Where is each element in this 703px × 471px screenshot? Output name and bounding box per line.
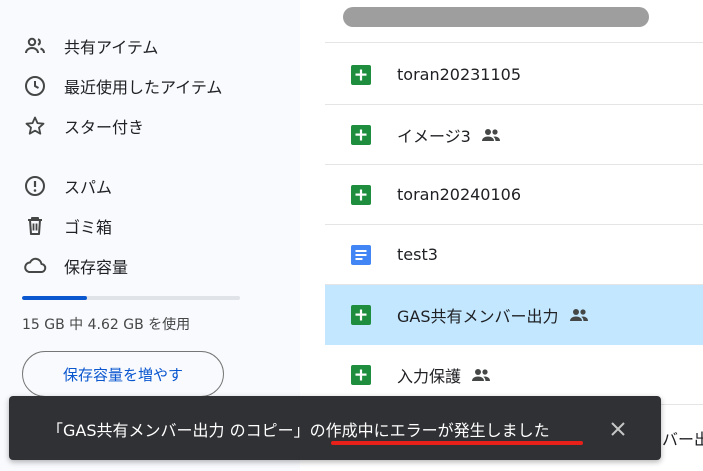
file-row[interactable]: イメージ3 — [325, 105, 703, 165]
close-icon[interactable] — [607, 418, 629, 440]
star-icon — [22, 113, 48, 139]
storage-progress-fill — [22, 296, 88, 300]
spam-icon — [22, 173, 48, 199]
sidebar-item-label: ゴミ箱 — [64, 218, 113, 237]
sidebar-item-label: 共有アイテム — [64, 38, 159, 57]
file-name: GAS共有メンバー出力 — [397, 306, 559, 326]
partial-file-name: バー出 — [662, 430, 703, 449]
file-name: イメージ3 — [397, 126, 471, 146]
google-sheets-icon — [351, 304, 371, 325]
divider — [325, 42, 703, 43]
trash-icon — [22, 213, 48, 239]
google-sheets-icon — [351, 184, 371, 205]
redacted-bar — [343, 7, 649, 27]
shared-icon — [481, 128, 501, 142]
clock-icon — [22, 73, 48, 99]
file-name: toran20240106 — [397, 185, 522, 204]
sidebar-item-label: 保存容量 — [64, 258, 129, 277]
sidebar-item-label: 最近使用したアイテム — [64, 78, 223, 97]
sidebar-item-recent[interactable]: 最近使用したアイテム — [22, 72, 222, 100]
sidebar-item-label: スター付き — [64, 118, 145, 137]
file-row[interactable]: GAS共有メンバー出力 — [325, 285, 703, 345]
shared-users-icon — [22, 33, 48, 59]
google-sheets-icon — [351, 64, 371, 85]
file-name: test3 — [397, 245, 438, 264]
file-row[interactable]: toran20240106 — [325, 165, 703, 225]
file-name: 入力保護 — [397, 366, 462, 386]
file-row[interactable]: toran20231105 — [325, 45, 703, 105]
sidebar-item-storage[interactable]: 保存容量 — [22, 252, 128, 280]
google-sheets-icon — [351, 364, 371, 385]
file-row[interactable]: test3 — [325, 225, 703, 285]
sidebar-item-spam[interactable]: スパム — [22, 172, 112, 200]
shared-icon — [471, 368, 491, 382]
sidebar-item-starred[interactable]: スター付き — [22, 112, 144, 140]
cloud-icon — [22, 253, 48, 279]
error-snackbar: 「GAS共有メンバー出力 のコピー」の作成中にエラーが発生しました — [9, 396, 661, 460]
shared-icon — [569, 308, 589, 322]
snackbar-message: 「GAS共有メンバー出力 のコピー」の作成中にエラーが発生しました — [47, 421, 550, 440]
file-name: toran20231105 — [397, 65, 522, 84]
get-more-storage-button[interactable]: 保存容量を増やす — [22, 351, 224, 397]
google-docs-icon — [351, 244, 371, 265]
highlight-underline — [331, 441, 583, 445]
sidebar-item-trash[interactable]: ゴミ箱 — [22, 212, 112, 240]
sidebar-item-label: スパム — [64, 178, 113, 197]
storage-progress-bar — [22, 296, 240, 300]
sidebar-item-shared[interactable]: 共有アイテム — [22, 32, 158, 60]
google-sheets-icon — [351, 124, 371, 145]
storage-usage-text: 15 GB 中 4.62 GB を使用 — [22, 317, 191, 333]
